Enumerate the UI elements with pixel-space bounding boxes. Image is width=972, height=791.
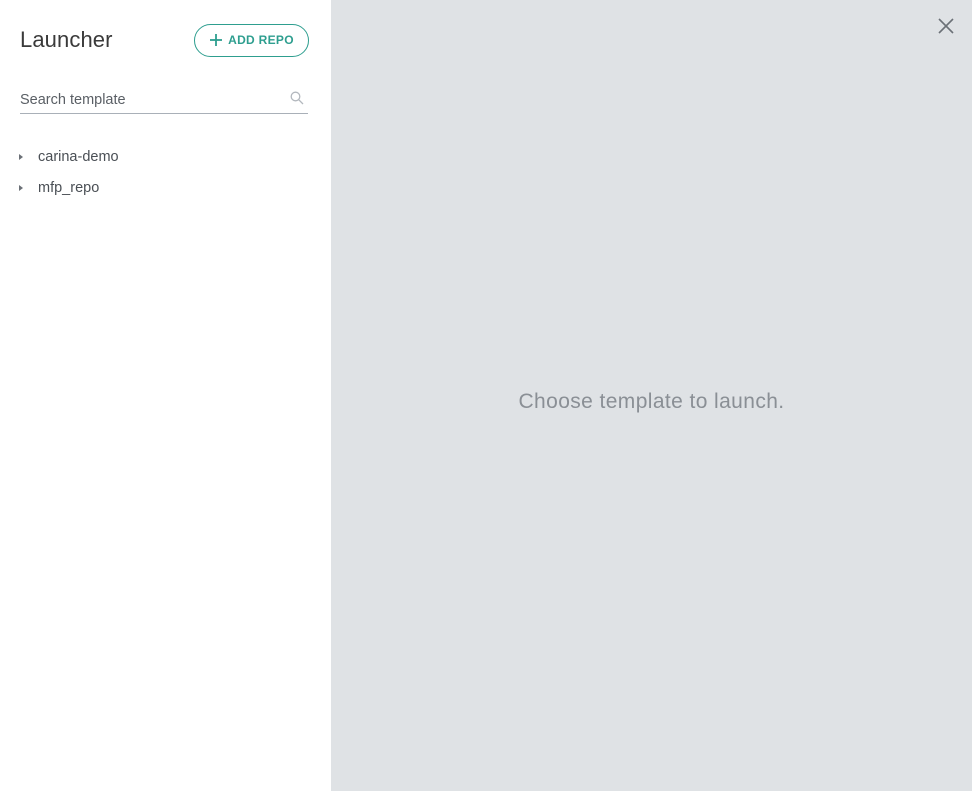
main-panel: Choose template to launch.: [331, 0, 972, 791]
search-icon[interactable]: [290, 91, 304, 105]
sidebar: Launcher ADD REPO carina-demo: [0, 0, 331, 791]
empty-state-message: Choose template to launch.: [518, 390, 785, 413]
close-icon[interactable]: [936, 16, 956, 36]
repo-item-mfp-repo[interactable]: mfp_repo: [16, 172, 311, 203]
caret-right-icon[interactable]: [16, 183, 26, 193]
repo-item-label: mfp_repo: [38, 179, 100, 196]
repo-item-label: carina-demo: [38, 148, 119, 165]
add-repo-button[interactable]: ADD REPO: [194, 23, 309, 57]
search-input[interactable]: [20, 90, 275, 110]
add-repo-label: ADD REPO: [228, 33, 294, 47]
launcher-app: Launcher ADD REPO carina-demo: [0, 0, 972, 791]
sidebar-header: Launcher ADD REPO: [20, 22, 309, 58]
repo-item-carina-demo[interactable]: carina-demo: [16, 141, 311, 172]
search-field: [20, 86, 308, 114]
repo-tree: carina-demo mfp_repo: [16, 141, 311, 203]
page-title: Launcher: [20, 27, 113, 52]
caret-right-icon[interactable]: [16, 152, 26, 162]
plus-icon: [210, 34, 223, 46]
